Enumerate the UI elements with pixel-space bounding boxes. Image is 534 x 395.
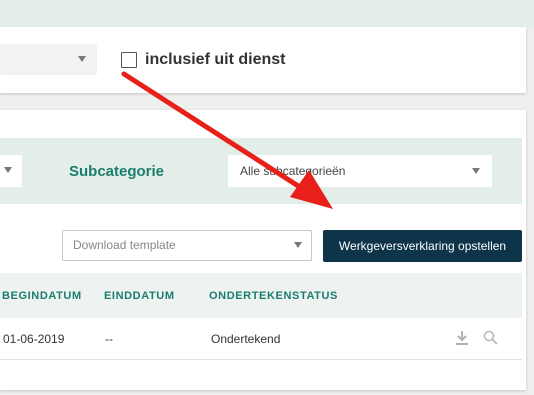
subcategory-label: Subcategorie: [69, 163, 165, 180]
include-inactive-label: inclusief uit dienst: [145, 51, 286, 68]
chevron-down-icon: [78, 56, 86, 62]
chevron-down-icon: [4, 167, 12, 173]
column-header-begindatum[interactable]: BEGINDATUM: [2, 290, 82, 302]
filter-select[interactable]: [0, 44, 97, 75]
table-row: 01-06-2019 -- Ondertekend: [0, 318, 522, 360]
download-template-select[interactable]: Download template: [62, 230, 312, 261]
table-header: BEGINDATUM EINDDATUM ONDERTEKENSTATUS: [0, 273, 522, 318]
column-header-ondertekenstatus[interactable]: ONDERTEKENSTATUS: [209, 290, 338, 302]
create-employer-statement-button[interactable]: Werkgeversverklaring opstellen: [323, 230, 522, 262]
chevron-down-icon: [472, 168, 480, 174]
category-select[interactable]: [0, 155, 22, 187]
cell-einddatum: --: [105, 332, 113, 346]
search-icon[interactable]: [483, 330, 498, 350]
subcategory-select[interactable]: Alle subcategorieën: [228, 155, 492, 187]
category-filter-bar: Subcategorie Alle subcategorieën: [0, 138, 522, 204]
cell-status: Ondertekend: [211, 332, 281, 346]
statements-card: Subcategorie Alle subcategorieën Downloa…: [0, 110, 526, 390]
download-template-placeholder: Download template: [73, 238, 176, 252]
employee-filter-card: inclusief uit dienst: [0, 27, 526, 93]
download-icon[interactable]: [455, 330, 469, 351]
subcategory-select-value: Alle subcategorieën: [240, 164, 346, 178]
top-band: [0, 0, 534, 27]
cell-begindatum: 01-06-2019: [3, 332, 65, 346]
column-header-einddatum[interactable]: EINDDATUM: [104, 290, 175, 302]
chevron-down-icon: [294, 242, 302, 248]
include-inactive-toggle[interactable]: inclusief uit dienst: [121, 51, 285, 69]
include-inactive-checkbox[interactable]: [121, 52, 137, 68]
